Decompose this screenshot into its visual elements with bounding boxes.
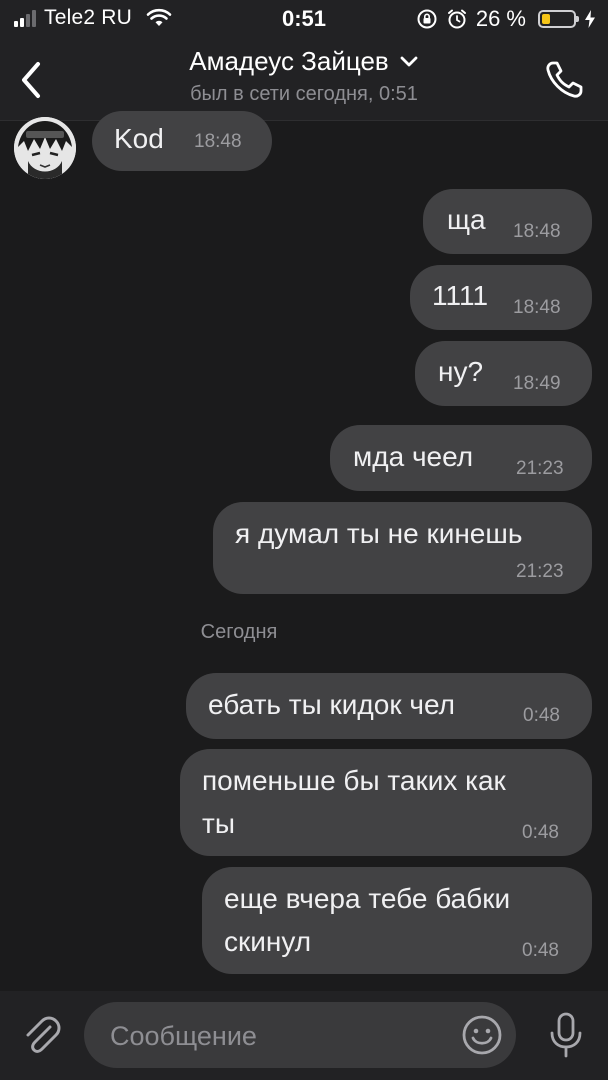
message-text-line2: скинул [224,926,312,957]
message-time: 18:48 [513,297,561,318]
date-separator: Сегодня [200,621,278,643]
microphone-icon[interactable] [546,1011,586,1059]
message-text-line1: поменьше бы таких как [202,765,506,796]
message-field[interactable] [84,1002,516,1070]
message-bubble-incoming[interactable]: Kod 18:48 [92,111,272,171]
contact-avatar[interactable] [14,117,76,179]
message-bubble-outgoing[interactable]: еще вчера тебе бабки скинул 0:48 [202,867,592,974]
avatar-image [14,117,76,179]
status-right: 26 % [416,6,596,32]
battery-percent: 26 % [475,6,526,31]
message-bubble-outgoing[interactable]: мда чеел 21:23 [330,425,592,491]
message-time: 18:48 [513,221,561,242]
message-bubble-outgoing[interactable]: ебать ты кидок чел 0:48 [186,673,592,739]
message-text: ебать ты кидок чел [208,689,455,720]
message-bubble-outgoing[interactable]: поменьше бы таких как ты 0:48 [180,749,592,856]
contact-name-button[interactable]: Амадеус Зайцев [189,46,419,77]
message-text: ну? [438,356,484,387]
message-time: 0:48 [523,705,560,726]
chevron-down-icon [400,56,418,66]
battery-icon [538,10,579,28]
message-time: 18:49 [513,373,561,394]
message-time: 21:23 [516,561,564,582]
chat-screen: Tele2 RU 0:51 26 % Амадеус Зайцев был в … [0,0,608,1080]
message-time: 0:48 [522,940,559,961]
chat-header: Амадеус Зайцев был в сети сегодня, 0:51 [0,40,608,121]
message-bubble-outgoing[interactable]: 1111 18:48 [410,265,592,330]
header-title-block[interactable]: Амадеус Зайцев был в сети сегодня, 0:51 [100,46,508,106]
charging-bolt-icon [585,10,595,28]
message-time: 18:48 [194,131,242,152]
message-time: 0:48 [522,822,559,843]
message-input-bar [0,991,608,1080]
message-text: Kod [114,123,164,154]
message-text-line2: ты [202,808,235,839]
chevron-left-icon[interactable] [16,58,46,102]
message-bubble-outgoing[interactable]: ща 18:48 [423,189,592,254]
message-text: 1111 [432,280,489,311]
message-bubble-outgoing[interactable]: ну? 18:49 [415,341,592,406]
message-text-line1: еще вчера тебе бабки [224,883,511,914]
message-text: я думал ты не кинешь [235,518,523,549]
paperclip-icon[interactable] [20,1013,64,1057]
orientation-lock-icon [417,9,437,29]
emoji-icon[interactable] [460,1013,504,1057]
battery-fill [542,14,550,24]
message-bubble-outgoing[interactable]: я думал ты не кинешь 21:23 [213,502,592,594]
alarm-icon [447,9,466,29]
message-time: 21:23 [516,458,564,479]
message-text: мда чеел [353,441,474,472]
last-seen-status: был в сети сегодня, 0:51 [190,83,418,105]
message-text: ща [447,204,486,235]
phone-icon[interactable] [542,58,586,102]
message-list[interactable]: Kod 18:48 ща 18:48 1111 18:48 ну? 18:49 … [0,111,608,991]
contact-name: Амадеус Зайцев [189,46,389,76]
status-bar: Tele2 RU 0:51 26 % [0,0,608,40]
message-input[interactable] [108,1002,442,1070]
